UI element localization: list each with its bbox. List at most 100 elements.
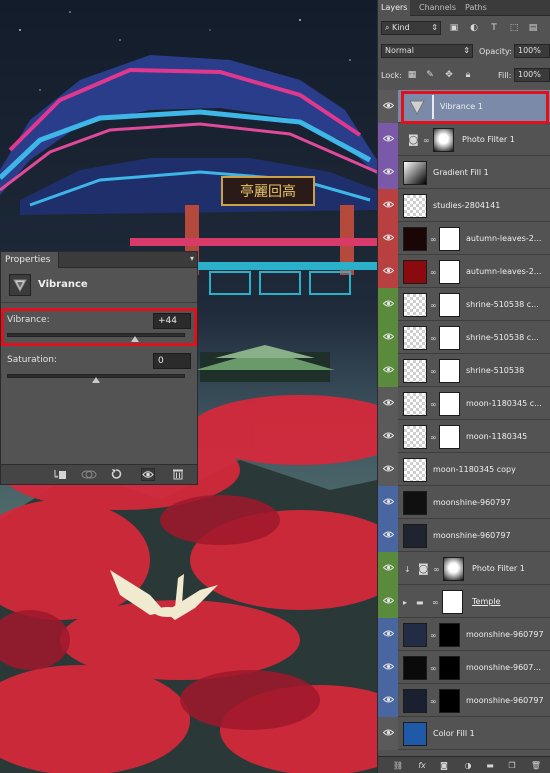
layer-name[interactable]: moonshine-960797 — [466, 630, 544, 639]
filter-smart-object-icon[interactable]: ▤ — [528, 23, 538, 33]
layer-row[interactable]: ∞ shrine-510538 c... — [378, 321, 550, 354]
mask-link-icon[interactable]: ∞ — [430, 400, 437, 409]
layer-thumbnail[interactable] — [403, 227, 427, 251]
visibility-eye-icon[interactable] — [382, 497, 395, 506]
visibility-eye-icon[interactable] — [382, 431, 395, 440]
add-mask-icon[interactable]: ◙ — [438, 760, 450, 771]
layer-name[interactable]: moon-1180345 copy — [433, 465, 516, 474]
trash-icon[interactable] — [171, 468, 185, 481]
new-adjustment-icon[interactable]: ◑ — [462, 760, 474, 771]
clip-to-layer-icon[interactable] — [53, 468, 67, 481]
layer-thumbnail[interactable] — [403, 623, 427, 647]
layer-name[interactable]: Photo Filter 1 — [472, 564, 525, 573]
layer-row[interactable]: moonshine-960797 — [378, 519, 550, 552]
layer-name[interactable]: moon-1180345 c... — [466, 399, 542, 408]
tab-paths[interactable]: Paths — [462, 0, 490, 16]
layer-name[interactable]: Photo Filter 1 — [462, 135, 515, 144]
expand-group-icon[interactable]: ▸ — [403, 598, 407, 607]
mask-link-icon[interactable]: ∞ — [430, 268, 437, 277]
layer-row[interactable]: ▸ ▬ ∞ Temple — [378, 585, 550, 618]
visibility-eye-icon[interactable] — [382, 266, 395, 275]
layer-row[interactable]: moon-1180345 copy — [378, 453, 550, 486]
saturation-slider-thumb[interactable] — [92, 377, 100, 383]
delete-layer-icon[interactable]: 🗑︎ — [530, 760, 542, 771]
layer-mask-thumbnail[interactable] — [433, 128, 454, 152]
layer-name[interactable]: Color Fill 1 — [433, 729, 475, 738]
layer-thumbnail[interactable] — [403, 458, 427, 482]
layer-row[interactable]: Color Fill 1 — [378, 717, 550, 750]
filter-kind-select[interactable]: ⌕ Kind ⇕ — [381, 21, 441, 35]
mask-link-icon[interactable]: ∞ — [430, 334, 437, 343]
visibility-eye-icon[interactable] — [382, 662, 395, 671]
panel-menu-icon[interactable]: ▾ — [190, 254, 194, 263]
mask-link-icon[interactable]: ∞ — [430, 664, 437, 673]
layer-thumbnail[interactable] — [403, 656, 427, 680]
layer-thumbnail[interactable] — [403, 392, 427, 416]
layer-mask-thumbnail[interactable] — [442, 590, 463, 614]
layer-row[interactable]: studies-2804141 — [378, 189, 550, 222]
view-previous-state-icon[interactable] — [81, 468, 97, 481]
mask-link-icon[interactable]: ∞ — [430, 433, 437, 442]
lock-all-icon[interactable]: 🔒︎ — [463, 70, 473, 80]
filter-adjustment-icon[interactable]: ◐ — [469, 23, 479, 33]
visibility-eye-icon[interactable] — [382, 629, 395, 638]
mask-link-icon[interactable]: ∞ — [432, 598, 439, 607]
layer-list[interactable]: Vibrance 1 ◙ ∞ Photo Filter 1 Gradient Fill … — [378, 90, 550, 756]
new-layer-icon[interactable]: ❐ — [506, 760, 518, 771]
visibility-eye-icon[interactable] — [382, 563, 395, 572]
new-group-icon[interactable]: ▬ — [484, 760, 496, 771]
mask-link-icon[interactable]: ∞ — [433, 565, 440, 574]
layer-thumbnail[interactable] — [403, 326, 427, 350]
layer-mask-thumbnail[interactable] — [439, 392, 460, 416]
reset-icon[interactable] — [109, 468, 123, 481]
opacity-input[interactable]: 100% — [514, 44, 550, 58]
layer-mask-thumbnail[interactable] — [439, 293, 460, 317]
tab-layers[interactable]: Layers — [378, 0, 411, 16]
visibility-eye-icon[interactable] — [382, 695, 395, 704]
visibility-eye-icon[interactable] — [382, 167, 395, 176]
layer-thumbnail[interactable] — [403, 260, 427, 284]
layer-mask-thumbnail[interactable] — [439, 623, 460, 647]
filter-shape-icon[interactable]: ⬚ — [509, 23, 519, 33]
mask-link-icon[interactable]: ∞ — [430, 235, 437, 244]
layer-thumbnail[interactable] — [403, 491, 427, 515]
blend-mode-select[interactable]: Normal ⇕ — [381, 44, 473, 58]
layer-mask-thumbnail[interactable] — [439, 656, 460, 680]
lock-image-icon[interactable]: ✎ — [425, 70, 435, 80]
layer-thumbnail[interactable] — [403, 359, 427, 383]
layer-name[interactable]: moonshine-960797 — [433, 531, 511, 540]
layer-thumbnail[interactable] — [403, 161, 427, 185]
layer-row[interactable]: ◙ ∞ Photo Filter 1 — [378, 123, 550, 156]
saturation-input[interactable]: 0 — [153, 353, 191, 369]
mask-link-icon[interactable]: ∞ — [430, 631, 437, 640]
layer-row[interactable]: ∞ autumn-leaves-2... — [378, 255, 550, 288]
lock-position-icon[interactable]: ✥ — [444, 70, 454, 80]
tab-channels[interactable]: Channels — [416, 0, 459, 16]
layer-name[interactable]: Gradient Fill 1 — [433, 168, 489, 177]
fill-input[interactable]: 100% — [514, 68, 550, 82]
filter-type-icon[interactable]: T — [489, 23, 499, 33]
link-layers-icon[interactable]: ⛓︎ — [392, 760, 404, 771]
visibility-eye-icon[interactable] — [141, 468, 155, 481]
layer-mask-thumbnail[interactable] — [439, 260, 460, 284]
layer-row[interactable]: ∞ moonshine-9607... — [378, 651, 550, 684]
visibility-eye-icon[interactable] — [382, 134, 395, 143]
fx-icon[interactable]: fx — [416, 760, 428, 771]
visibility-eye-icon[interactable] — [382, 398, 395, 407]
layer-mask-thumbnail[interactable] — [439, 359, 460, 383]
layer-name[interactable]: moon-1180345 — [466, 432, 527, 441]
visibility-eye-icon[interactable] — [382, 200, 395, 209]
layer-name[interactable]: moonshine-960797 — [466, 696, 544, 705]
layer-thumbnail[interactable] — [403, 689, 427, 713]
layer-thumbnail[interactable] — [403, 293, 427, 317]
layer-row[interactable]: ∞ shrine-510538 c... — [378, 288, 550, 321]
layer-name[interactable]: autumn-leaves-2... — [466, 267, 541, 276]
layer-row[interactable]: ∞ moonshine-960797 — [378, 684, 550, 717]
layer-row[interactable]: ↓ ◙ ∞ Photo Filter 1 — [378, 552, 550, 585]
layer-mask-thumbnail[interactable] — [439, 227, 460, 251]
visibility-eye-icon[interactable] — [382, 530, 395, 539]
layer-thumbnail[interactable] — [403, 524, 427, 548]
layer-mask-thumbnail[interactable] — [439, 326, 460, 350]
layer-name[interactable]: shrine-510538 — [466, 366, 524, 375]
visibility-eye-icon[interactable] — [382, 365, 395, 374]
